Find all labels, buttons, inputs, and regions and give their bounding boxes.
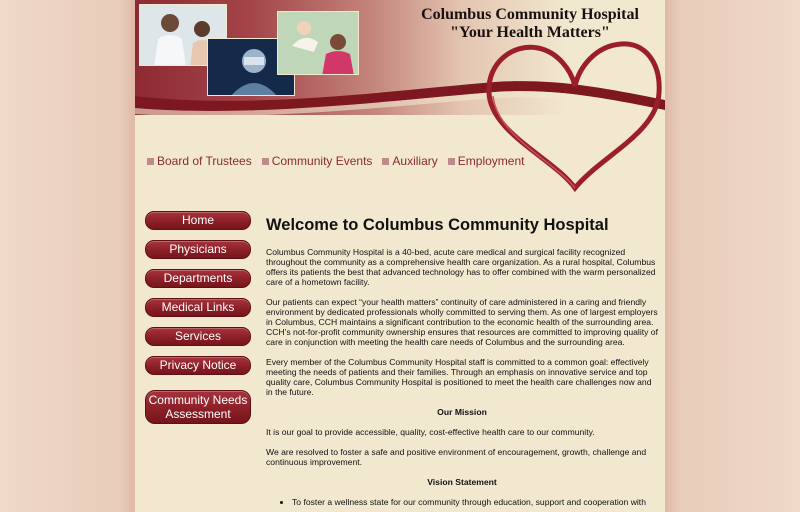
page-container: Columbus Community Hospital "Your Health…: [135, 0, 665, 512]
nav-link-community-events[interactable]: Community Events: [261, 153, 373, 169]
nav-link-board-of-trustees[interactable]: Board of Trustees: [147, 153, 252, 169]
privacy-notice-button[interactable]: Privacy Notice: [145, 356, 251, 375]
list-item: To foster a wellness state for our commu…: [292, 497, 658, 507]
button-label-line1: Community Needs: [148, 393, 248, 407]
vision-list: To foster a wellness state for our commu…: [292, 497, 658, 507]
heart-logo: [486, 41, 662, 193]
square-bullet-icon: [261, 157, 269, 165]
sidebar-nav: Home Physicians Departments Medical Link…: [145, 211, 251, 434]
mission-paragraph-2: We are resolved to foster a safe and pos…: [266, 447, 647, 467]
home-button[interactable]: Home: [145, 211, 251, 230]
nav-link-label: Employment: [457, 154, 525, 168]
nav-link-label: Auxiliary: [392, 154, 438, 168]
square-bullet-icon: [447, 157, 455, 165]
page-title: Welcome to Columbus Community Hospital: [266, 216, 609, 234]
community-needs-assessment-button[interactable]: Community Needs Assessment: [145, 390, 251, 424]
nav-link-auxiliary[interactable]: Auxiliary: [382, 153, 438, 169]
nav-link-employment[interactable]: Employment: [447, 153, 525, 169]
intro-paragraph: Columbus Community Hospital is a 40-bed,…: [266, 247, 656, 287]
hospital-name: Columbus Community Hospital: [421, 6, 639, 23]
header: Columbus Community Hospital "Your Health…: [135, 0, 665, 195]
services-button[interactable]: Services: [145, 327, 251, 346]
physicians-button[interactable]: Physicians: [145, 240, 251, 259]
mission-paragraph-1: It is our goal to provide accessible, qu…: [266, 427, 595, 437]
vision-heading: Vision Statement: [427, 477, 497, 487]
square-bullet-icon: [147, 157, 154, 165]
square-bullet-icon: [382, 157, 390, 165]
nav-link-label: Board of Trustees: [157, 154, 252, 168]
button-label-line2: Assessment: [165, 407, 231, 421]
main-content: Welcome to Columbus Community Hospital C…: [266, 215, 658, 507]
mother-with-baby-photo: [277, 11, 359, 75]
nav-link-label: Community Events: [271, 154, 373, 168]
staff-paragraph: Every member of the Columbus Community H…: [266, 357, 652, 397]
care-paragraph: Our patients can expect “your health mat…: [266, 297, 658, 347]
departments-button[interactable]: Departments: [145, 269, 251, 288]
top-nav: Board of Trustees Community Events Auxil…: [147, 153, 524, 169]
mission-heading: Our Mission: [437, 407, 487, 417]
medical-links-button[interactable]: Medical Links: [145, 298, 251, 317]
